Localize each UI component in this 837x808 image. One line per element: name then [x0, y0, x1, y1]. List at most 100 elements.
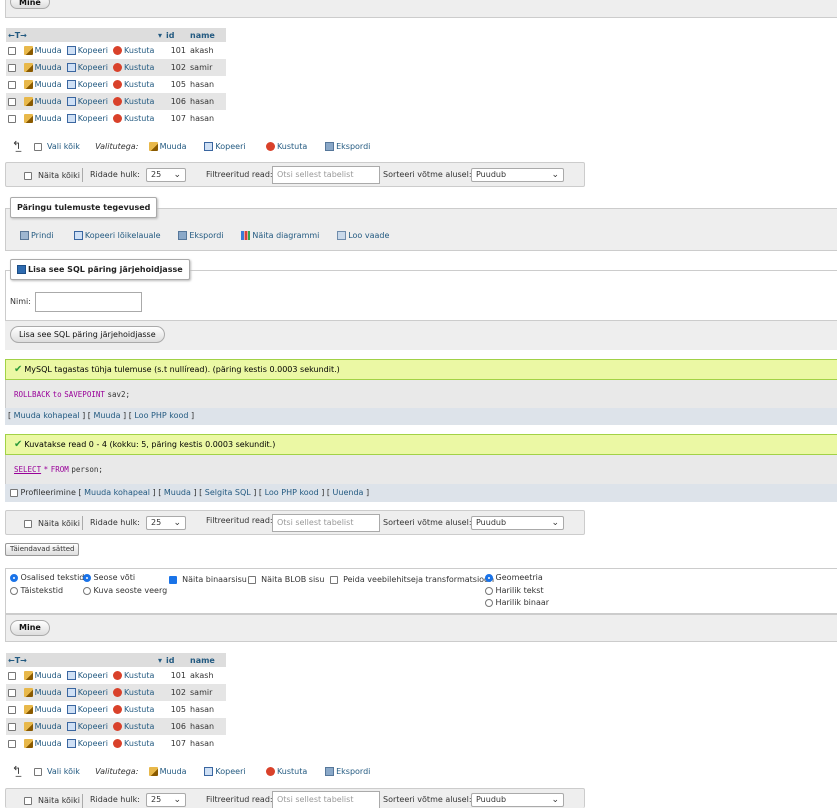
- bulk-edit[interactable]: Muuda: [148, 767, 187, 776]
- delete-link[interactable]: Kustuta: [113, 46, 154, 55]
- delete-link[interactable]: Kustuta: [113, 80, 154, 89]
- row-checkbox[interactable]: [8, 671, 16, 680]
- sort-select[interactable]: Puudub ⌄: [471, 168, 564, 182]
- bulk-export[interactable]: Ekspordi: [325, 142, 370, 151]
- option-wkt[interactable]: Harilik tekst: [485, 586, 544, 595]
- copy-link[interactable]: Kopeeri: [66, 114, 108, 123]
- refresh-link[interactable]: Uuenda: [333, 488, 364, 497]
- row-checkbox[interactable]: [8, 46, 16, 55]
- option-partial-texts[interactable]: Osalised tekstid: [10, 573, 84, 582]
- php-code-link[interactable]: Loo PHP kood: [265, 488, 319, 497]
- copy-link[interactable]: Kopeeri: [66, 46, 108, 55]
- bookmark-name-input[interactable]: [35, 292, 142, 312]
- option-wkb[interactable]: Harilik binaar: [485, 598, 549, 607]
- delete-link[interactable]: Kustuta: [113, 722, 154, 731]
- show-all-label[interactable]: Näita kõiki: [38, 171, 80, 180]
- row-checkbox[interactable]: [8, 688, 16, 697]
- edit-link[interactable]: Muuda: [23, 671, 62, 680]
- column-arrows-header[interactable]: ←T→ ▾: [6, 28, 164, 42]
- row-checkbox[interactable]: [8, 705, 16, 714]
- rows-select[interactable]: 25 ⌄: [146, 516, 186, 530]
- delete-link[interactable]: Kustuta: [113, 688, 154, 697]
- copy-link[interactable]: Kopeeri: [66, 688, 108, 697]
- edit-link[interactable]: Muuda: [23, 688, 62, 697]
- option-relational-display[interactable]: Kuva seoste veerg: [83, 586, 167, 595]
- select-all-label[interactable]: Vali kõik: [47, 767, 80, 776]
- show-all-label[interactable]: Näita kõiki: [38, 519, 80, 528]
- column-id-header[interactable]: id: [164, 28, 188, 42]
- select-all-checkbox[interactable]: [33, 767, 42, 776]
- delete-link[interactable]: Kustuta: [113, 739, 154, 748]
- copy-link[interactable]: Kopeeri: [66, 722, 108, 731]
- inline-edit-link[interactable]: Muuda kohapeal: [14, 411, 80, 420]
- copy-link[interactable]: Kopeeri: [66, 671, 108, 680]
- row-checkbox[interactable]: [8, 80, 16, 89]
- php-code-link[interactable]: Loo PHP kood: [134, 411, 188, 420]
- edit-query-link[interactable]: Muuda: [164, 488, 191, 497]
- print-link[interactable]: Prindi: [20, 231, 54, 240]
- filter-input[interactable]: Otsi sellest tabelist: [272, 514, 380, 532]
- profiling-label[interactable]: Profileerimine: [21, 488, 76, 497]
- option-geometry[interactable]: Geomeetria: [485, 573, 543, 582]
- bulk-copy[interactable]: Kopeeri: [204, 142, 246, 151]
- row-checkbox[interactable]: [8, 722, 16, 731]
- select-all-checkbox[interactable]: [33, 142, 42, 151]
- explain-sql-link[interactable]: Selgita SQL: [205, 488, 251, 497]
- filter-input[interactable]: Otsi sellest tabelist: [272, 791, 380, 808]
- create-view-link[interactable]: Loo vaade: [337, 231, 389, 240]
- column-id-header[interactable]: id: [164, 653, 188, 667]
- chart-link[interactable]: Näita diagrammi: [241, 231, 319, 240]
- profiling-checkbox[interactable]: [10, 488, 18, 497]
- option-relational-key[interactable]: Seose võti: [83, 573, 135, 582]
- row-checkbox[interactable]: [8, 739, 16, 748]
- inline-edit-link[interactable]: Muuda kohapeal: [84, 488, 150, 497]
- show-all-label[interactable]: Näita kõiki: [38, 796, 80, 805]
- edit-link[interactable]: Muuda: [23, 80, 62, 89]
- copy-link[interactable]: Kopeeri: [66, 80, 108, 89]
- select-all-label[interactable]: Vali kõik: [47, 142, 80, 151]
- go-button-top[interactable]: Mine: [10, 0, 50, 9]
- export-link[interactable]: Ekspordi: [178, 231, 224, 240]
- delete-link[interactable]: Kustuta: [113, 97, 154, 106]
- rows-select[interactable]: 25 ⌄: [146, 793, 186, 807]
- bookmark-submit-button[interactable]: Lisa see SQL päring järjehoidjasse: [10, 326, 165, 343]
- bulk-delete[interactable]: Kustuta: [265, 142, 307, 151]
- rows-select[interactable]: 25 ⌄: [146, 168, 186, 182]
- row-checkbox[interactable]: [8, 97, 16, 106]
- bulk-delete[interactable]: Kustuta: [265, 767, 307, 776]
- delete-link[interactable]: Kustuta: [113, 705, 154, 714]
- sort-select[interactable]: Puudub ⌄: [471, 793, 564, 807]
- copy-link[interactable]: Kopeeri: [66, 97, 108, 106]
- column-name-header[interactable]: name: [188, 653, 226, 667]
- edit-link[interactable]: Muuda: [23, 97, 62, 106]
- edit-link[interactable]: Muuda: [23, 63, 62, 72]
- delete-link[interactable]: Kustuta: [113, 63, 154, 72]
- edit-link[interactable]: Muuda: [23, 46, 62, 55]
- copy-link[interactable]: Kopeeri: [66, 739, 108, 748]
- bulk-copy[interactable]: Kopeeri: [204, 767, 246, 776]
- extra-options-button[interactable]: Täiendavad sätted: [5, 543, 80, 556]
- show-all-checkbox[interactable]: [24, 520, 32, 528]
- copy-link[interactable]: Kopeeri: [66, 705, 108, 714]
- copy-link[interactable]: Kopeeri: [66, 63, 108, 72]
- edit-link[interactable]: Muuda: [23, 739, 62, 748]
- go-button[interactable]: Mine: [10, 620, 50, 636]
- delete-link[interactable]: Kustuta: [113, 671, 154, 680]
- row-checkbox[interactable]: [8, 114, 16, 123]
- edit-query-link[interactable]: Muuda: [93, 411, 120, 420]
- copy-clipboard-link[interactable]: Kopeeri lõikelauale: [73, 231, 161, 240]
- show-all-checkbox[interactable]: [24, 172, 32, 180]
- column-name-header[interactable]: name: [188, 28, 226, 42]
- row-checkbox[interactable]: [8, 63, 16, 72]
- edit-link[interactable]: Muuda: [23, 705, 62, 714]
- sort-select[interactable]: Puudub ⌄: [471, 516, 564, 530]
- filter-input[interactable]: Otsi sellest tabelist: [272, 166, 380, 184]
- delete-link[interactable]: Kustuta: [113, 114, 154, 123]
- option-show-blob[interactable]: Näita BLOB sisu: [248, 575, 324, 584]
- option-hide-transform[interactable]: Peida veebilehitseja transformatsioon: [330, 575, 494, 584]
- option-full-texts[interactable]: Täistekstid: [10, 586, 63, 595]
- show-all-checkbox[interactable]: [24, 797, 32, 805]
- bulk-edit[interactable]: Muuda: [148, 142, 187, 151]
- edit-link[interactable]: Muuda: [23, 722, 62, 731]
- edit-link[interactable]: Muuda: [23, 114, 62, 123]
